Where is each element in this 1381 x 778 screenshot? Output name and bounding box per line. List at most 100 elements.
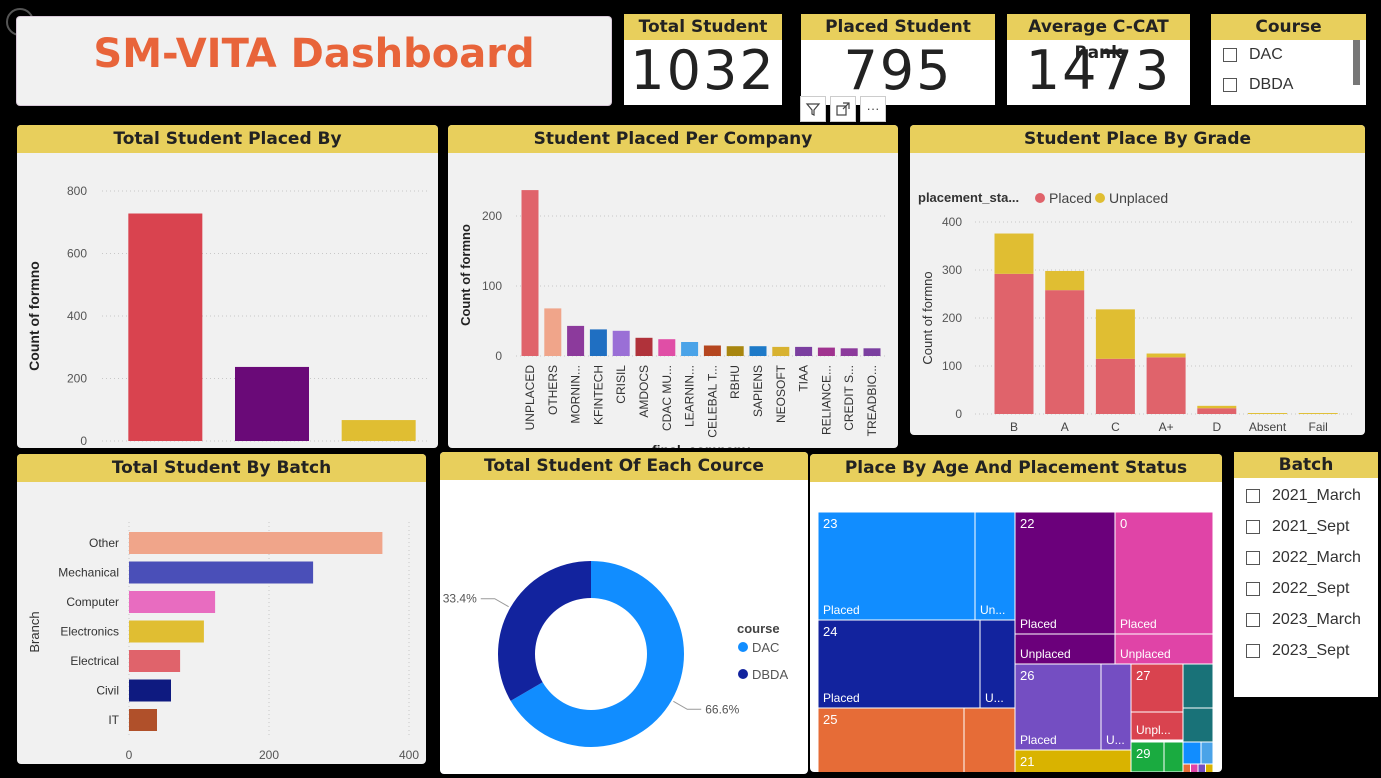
batch-option[interactable]: 2022_March (1234, 542, 1378, 573)
bar (544, 308, 562, 356)
slicer-scrollbar[interactable] (1353, 40, 1360, 85)
batch-option[interactable]: 2023_March (1234, 604, 1378, 635)
bar (129, 532, 383, 554)
y-tick-label: Mechanical (58, 566, 119, 580)
treemap-cell (1182, 741, 1202, 765)
treemap-cell (1182, 763, 1191, 772)
treemap-cell (1190, 763, 1199, 772)
bar (129, 620, 204, 643)
x-tick-label: 200 (259, 748, 279, 762)
x-tick-label: CDAC MU... (660, 365, 674, 431)
y-axis-title: Count of formno (920, 271, 935, 364)
bar (129, 561, 314, 584)
checkbox[interactable] (1246, 612, 1260, 627)
treemap-cell (1114, 511, 1214, 635)
x-tick-label: D (1212, 420, 1221, 434)
option-label: DAC (1249, 46, 1283, 63)
more-options-icon[interactable]: ··· (860, 96, 886, 122)
filter-icon[interactable] (800, 96, 826, 122)
panel-by-batch: Total Student By Batch 0 200 400 Other Mecha… (17, 454, 426, 764)
x-tick-label: TREADBIO... (865, 365, 879, 436)
panel-by-course: Total Student Of Each Cource 66.6% 33.4% c… (440, 452, 808, 774)
course-option-dac[interactable]: DAC (1211, 40, 1366, 70)
leader-line (480, 598, 509, 608)
bar-segment (994, 273, 1034, 414)
legend-label: Placed (1049, 190, 1092, 206)
option-label: 2022_March (1272, 548, 1361, 566)
checkbox[interactable] (1223, 48, 1237, 62)
visual-toolbar: ··· (800, 96, 886, 122)
x-tick-label: Unplaced (245, 446, 300, 448)
bar-segment (1095, 309, 1135, 359)
y-tick-label: 300 (942, 263, 962, 277)
checkbox[interactable] (1246, 519, 1260, 534)
title-card: SM-VITA Dashboard (17, 17, 611, 105)
legend-label: DBDA (752, 667, 788, 682)
y-tick-label: 0 (955, 407, 962, 421)
y-tick-label: 800 (67, 184, 87, 198)
bar-segment (1045, 290, 1085, 414)
legend-marker (1035, 193, 1045, 203)
checkbox[interactable] (1246, 550, 1260, 565)
treemap-cell-label: Placed (1120, 617, 1157, 631)
batch-slicer: Batch 2021_March 2021_Sept 2022_March 2022_… (1234, 452, 1378, 697)
bar-segment (1045, 270, 1085, 291)
option-label: DBDA (1249, 76, 1294, 93)
x-tick-label: KFINTECH (591, 365, 605, 425)
legend-title: course (737, 621, 780, 636)
kpi-label: Placed Student (801, 14, 995, 40)
course-option-dbda[interactable]: DBDA (1211, 70, 1366, 100)
x-tick-label: SAPIENS (751, 365, 765, 417)
treemap-group-label: 27 (1136, 668, 1150, 683)
treemap-group-label: 22 (1020, 516, 1034, 531)
focus-mode-icon[interactable] (830, 96, 856, 122)
x-tick-label: By VITA (142, 446, 189, 448)
y-axis-title: Count of formno (458, 224, 473, 326)
checkbox[interactable] (1223, 78, 1237, 92)
panel-title: Total Student Of Each Cource (440, 452, 808, 480)
treemap-cell-label: Un... (980, 603, 1005, 617)
x-tick-label: RBHU (728, 365, 742, 399)
y-tick-label: Other (89, 536, 119, 550)
bar (795, 346, 813, 356)
checkbox[interactable] (1246, 643, 1260, 658)
treemap-cell (1200, 741, 1214, 765)
checkbox[interactable] (1246, 581, 1260, 596)
y-tick-label: 200 (67, 372, 87, 386)
treemap-cell-label: Placed (1020, 617, 1057, 631)
placed-by-chart: 0 200 400 600 800 Count of formno By VITA Unpla… (26, 184, 427, 448)
bar (129, 650, 181, 672)
x-tick-label: AMDOCS (637, 365, 651, 418)
batch-option[interactable]: 2022_Sept (1234, 573, 1378, 604)
treemap-cell-label: Unplaced (1020, 647, 1071, 661)
batch-option[interactable]: 2023_Sept (1234, 635, 1378, 666)
kpi-total-student: Total Student 1032 (624, 14, 782, 105)
kpi-average-ccat-rank: Average C-CAT Rank 1473 (1007, 14, 1190, 105)
y-tick-label: 600 (67, 247, 87, 261)
x-tick-label: CELEBAL T... (705, 365, 719, 438)
treemap-cell-label: Placed (823, 691, 860, 705)
batch-option[interactable]: 2021_March (1234, 480, 1378, 511)
batch-option[interactable]: 2021_Sept (1234, 511, 1378, 542)
treemap-cell (1182, 663, 1214, 709)
panel-per-company: Student Placed Per Company 0 100 200 Count … (448, 125, 898, 448)
slice-label: 66.6% (705, 702, 739, 716)
panel-title: Place By Age And Placement Status (810, 454, 1222, 482)
dashboard-title: SM-VITA Dashboard (93, 31, 535, 77)
age-status-chart: Placed Un... 23 Placed U... 24 Placed Unpl... 25… (817, 511, 1214, 772)
x-tick-label: A+ (1159, 420, 1174, 434)
checkbox[interactable] (1246, 488, 1260, 503)
y-tick-label: Civil (96, 684, 119, 698)
treemap-cell-label: U... (1106, 733, 1125, 747)
bar-segment (1248, 413, 1287, 414)
x-tick-label: NEOSOFT (774, 364, 788, 423)
y-tick-label: 400 (67, 309, 87, 323)
bar (817, 347, 835, 356)
treemap-cell-label: Unplaced (1120, 647, 1171, 661)
x-tick-label: A (1061, 420, 1069, 434)
bar (863, 348, 881, 356)
bar (612, 330, 630, 356)
batch-slicer-title: Batch (1234, 452, 1378, 478)
y-tick-label: 0 (495, 349, 502, 363)
option-label: 2021_Sept (1272, 517, 1350, 535)
